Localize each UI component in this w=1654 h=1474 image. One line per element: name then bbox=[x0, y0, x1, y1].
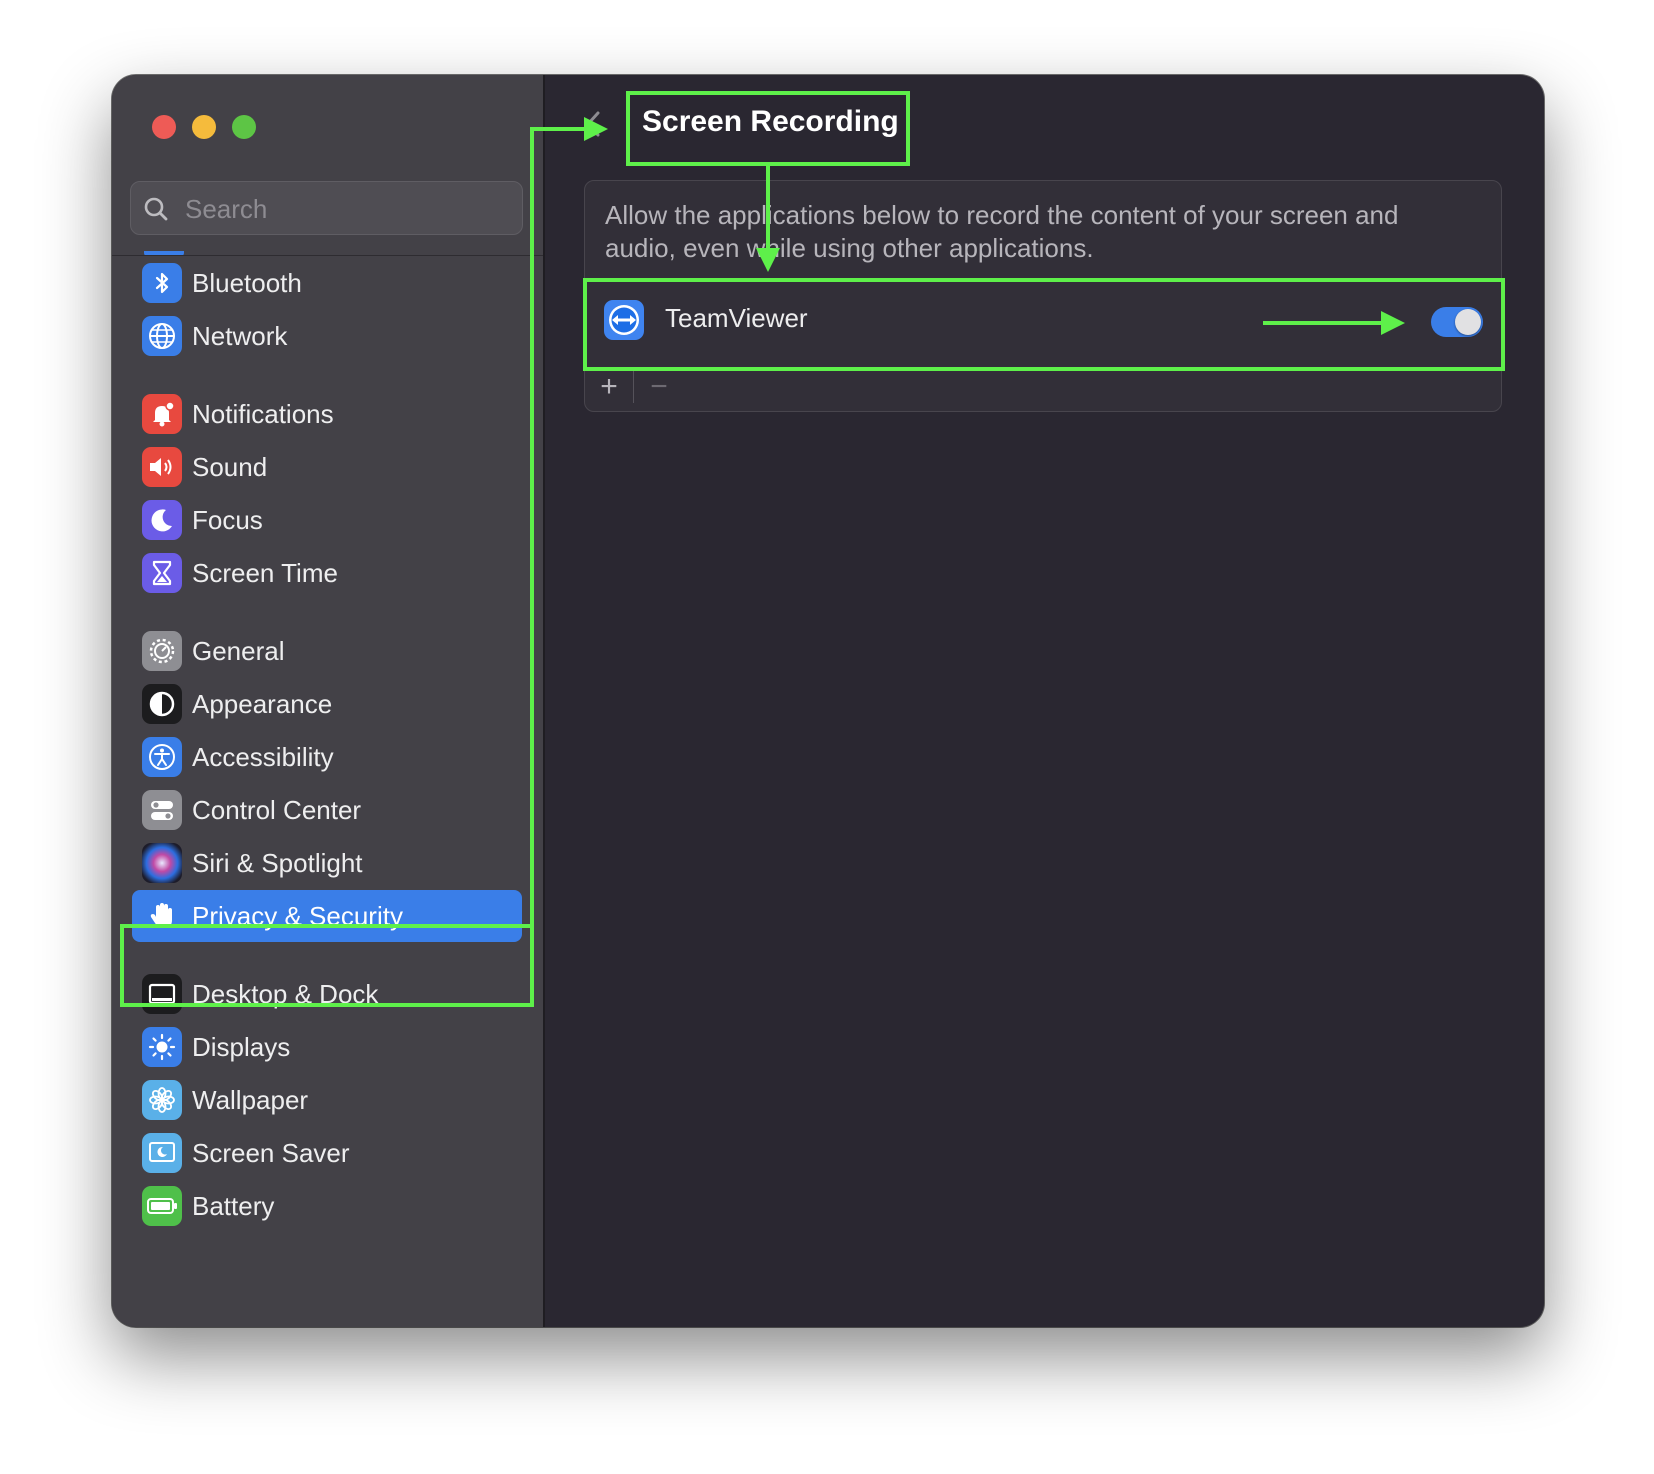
screen-recording-panel: Allow the applications below to record t… bbox=[584, 180, 1502, 412]
sun-icon bbox=[142, 1027, 182, 1067]
sidebar-item-label: General bbox=[192, 635, 285, 666]
sidebar-item-sound[interactable]: Sound bbox=[132, 441, 522, 493]
close-button[interactable] bbox=[152, 115, 176, 139]
sidebar-item-screen-saver[interactable]: Screen Saver bbox=[132, 1127, 522, 1179]
add-remove-bar: + − bbox=[585, 363, 1501, 411]
sidebar-item-label: Control Center bbox=[192, 794, 362, 825]
sidebar-item-screen-time[interactable]: Screen Time bbox=[132, 547, 522, 599]
appearance-icon bbox=[142, 684, 182, 724]
gear-icon bbox=[142, 631, 182, 671]
hourglass-icon bbox=[142, 553, 182, 593]
sidebar-item-bluetooth[interactable]: Bluetooth bbox=[132, 257, 522, 309]
sidebar-item-accessibility[interactable]: Accessibility bbox=[132, 731, 522, 783]
app-name: TeamViewer bbox=[665, 303, 808, 333]
page-title: Screen Recording bbox=[642, 105, 899, 138]
back-chevron-icon[interactable] bbox=[582, 109, 602, 144]
sidebar-item-label: Screen Time bbox=[192, 557, 338, 588]
sidebar-item-control-center[interactable]: Control Center bbox=[132, 784, 522, 836]
remove-app-button[interactable]: − bbox=[639, 369, 679, 405]
sidebar-item-general[interactable]: General bbox=[132, 625, 522, 677]
sidebar-item-label: Wallpaper bbox=[192, 1084, 309, 1115]
toggles-icon bbox=[142, 790, 182, 830]
sidebar-item-appearance[interactable]: Appearance bbox=[132, 678, 522, 730]
flower-icon bbox=[142, 1080, 182, 1120]
sidebar-item-label: Appearance bbox=[192, 688, 333, 719]
sidebar-item-label: Bluetooth bbox=[192, 267, 302, 298]
sidebar-item-label: Sound bbox=[192, 451, 268, 482]
search-input[interactable] bbox=[183, 182, 507, 236]
teamviewer-permission-toggle[interactable] bbox=[1431, 307, 1483, 337]
sidebar-item-label: Focus bbox=[192, 504, 263, 535]
sidebar-item-label: Siri & Spotlight bbox=[192, 847, 363, 878]
zoom-button[interactable] bbox=[232, 115, 256, 139]
sidebar-item-privacy-security[interactable]: Privacy & Security bbox=[132, 890, 522, 942]
sidebar-item-label: Desktop & Dock bbox=[192, 978, 379, 1009]
speaker-icon bbox=[142, 447, 182, 487]
bell-icon bbox=[142, 394, 182, 434]
moon-icon bbox=[142, 500, 182, 540]
app-row-teamviewer: TeamViewer bbox=[585, 277, 1501, 361]
system-settings-window: Bluetooth Network Notifications Sound bbox=[112, 75, 1544, 1327]
dock-icon bbox=[142, 974, 182, 1014]
sidebar-item-label: Battery bbox=[192, 1190, 275, 1221]
siri-icon bbox=[142, 843, 182, 883]
search-field[interactable] bbox=[130, 181, 523, 236]
sidebar-item-battery[interactable]: Battery bbox=[132, 1180, 522, 1232]
sidebar: Bluetooth Network Notifications Sound bbox=[112, 75, 545, 1327]
sidebar-item-label: Accessibility bbox=[192, 741, 334, 772]
toggle-knob bbox=[1455, 309, 1481, 335]
sidebar-item-focus[interactable]: Focus bbox=[132, 494, 522, 546]
globe-icon bbox=[142, 316, 182, 356]
sidebar-item-desktop-dock[interactable]: Desktop & Dock bbox=[132, 968, 522, 1020]
sidebar-item-network[interactable]: Network bbox=[132, 310, 522, 362]
sidebar-item-notifications[interactable]: Notifications bbox=[132, 388, 522, 440]
minimize-button[interactable] bbox=[192, 115, 216, 139]
sidebar-item-label: Notifications bbox=[192, 398, 334, 429]
sidebar-item-wallpaper[interactable]: Wallpaper bbox=[132, 1074, 522, 1126]
add-app-button[interactable]: + bbox=[589, 369, 629, 405]
screensaver-icon bbox=[142, 1133, 182, 1173]
teamviewer-icon bbox=[603, 299, 645, 346]
search-icon bbox=[144, 197, 168, 221]
bluetooth-icon bbox=[142, 263, 182, 303]
sidebar-item-label: Network bbox=[192, 320, 288, 351]
hand-icon bbox=[142, 896, 182, 936]
sidebar-item-label: Privacy & Security bbox=[192, 900, 403, 931]
sidebar-item-displays[interactable]: Displays bbox=[132, 1021, 522, 1073]
divider bbox=[112, 255, 543, 256]
sidebar-item-label: Displays bbox=[192, 1031, 291, 1062]
battery-icon bbox=[142, 1186, 182, 1226]
panel-description: Allow the applications below to record t… bbox=[605, 200, 1399, 263]
sidebar-item-label: Screen Saver bbox=[192, 1137, 350, 1168]
accessibility-icon bbox=[142, 737, 182, 777]
divider bbox=[633, 371, 634, 403]
sidebar-item-siri-spotlight[interactable]: Siri & Spotlight bbox=[132, 837, 522, 889]
